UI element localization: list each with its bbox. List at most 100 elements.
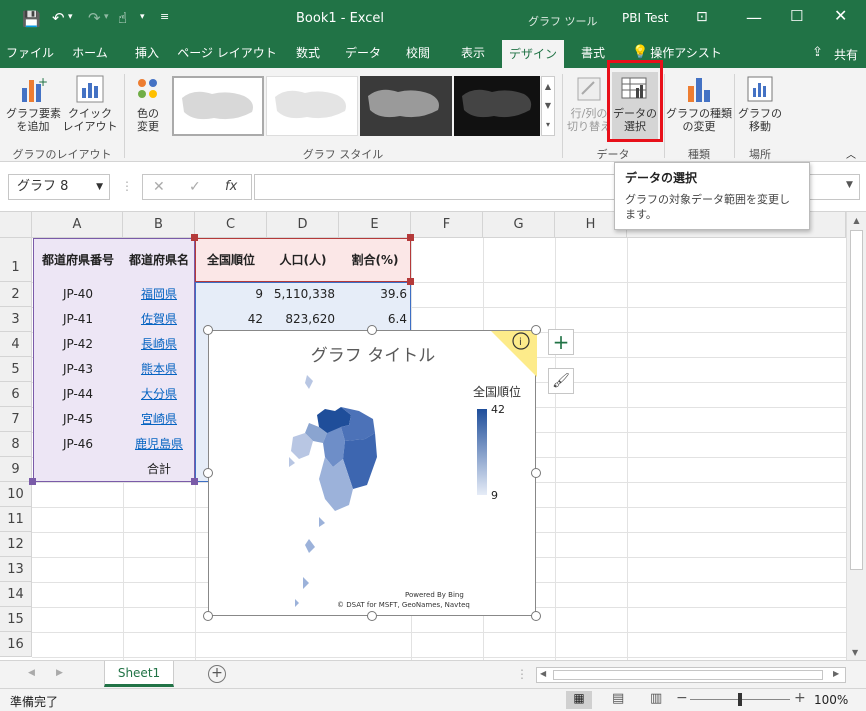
cell-pref-code[interactable]: JP-43 [33, 357, 123, 382]
horizontal-scrollbar[interactable]: ◀ ▶ [536, 667, 846, 683]
cell-pref-code[interactable]: JP-44 [33, 382, 123, 407]
scroll-thumb[interactable] [850, 230, 863, 570]
row-header[interactable]: 1 [0, 238, 32, 282]
chart-resize-handle[interactable] [367, 325, 377, 335]
sheet-tab-sheet1[interactable]: Sheet1 [104, 661, 174, 687]
cell-pref-name[interactable]: 大分県 [123, 382, 195, 407]
row-header[interactable]: 6 [0, 382, 32, 407]
cell-pref-name[interactable]: 長崎県 [123, 332, 195, 357]
touch-mode-icon[interactable]: ☝ [118, 9, 127, 27]
column-header-b[interactable]: B [123, 212, 195, 238]
cell-pref-name[interactable]: 鹿児島県 [123, 432, 195, 457]
zoom-in-icon[interactable]: + [794, 690, 806, 706]
chart-resize-handle[interactable] [203, 325, 213, 335]
chart-resize-handle[interactable] [367, 611, 377, 621]
cell-pref-name[interactable]: 宮崎県 [123, 407, 195, 432]
row-header[interactable]: 10 [0, 482, 32, 507]
tab-home[interactable]: ホーム [62, 38, 118, 68]
row-header[interactable]: 16 [0, 632, 32, 657]
header-pref-code[interactable]: 都道府県番号 [33, 238, 123, 282]
tab-file[interactable]: ファイル [0, 38, 60, 68]
hscroll-thumb[interactable] [553, 670, 823, 680]
row-header[interactable]: 13 [0, 557, 32, 582]
zoom-out-icon[interactable]: − [676, 690, 688, 706]
zoom-slider-thumb[interactable] [738, 693, 742, 706]
cell-pref-code[interactable]: JP-46 [33, 432, 123, 457]
zoom-level[interactable]: 100% [814, 693, 848, 707]
cell-population[interactable]: 5,110,338 [267, 282, 339, 307]
undo-dropdown-icon[interactable]: ▾ [68, 12, 73, 22]
column-header-g[interactable]: G [483, 212, 555, 238]
range-resize-handle[interactable] [29, 478, 36, 485]
gallery-up-icon[interactable]: ▲ [542, 77, 554, 96]
name-box-dropdown-icon[interactable]: ▼ [96, 175, 103, 199]
worksheet-grid[interactable]: A B C D E F G H 1 2 3 4 5 6 7 8 9 10 11 … [0, 212, 866, 660]
range-resize-handle[interactable] [407, 234, 414, 241]
change-chart-type-button[interactable]: グラフの種類 の変更 [666, 74, 732, 133]
tab-page-layout[interactable]: ページ レイアウト [176, 38, 278, 68]
tab-insert[interactable]: 挿入 [120, 38, 174, 68]
chart-elements-plus-icon[interactable]: + [548, 329, 574, 355]
row-header[interactable]: 11 [0, 507, 32, 532]
range-resize-handle[interactable] [407, 278, 414, 285]
row-header[interactable]: 15 [0, 607, 32, 632]
row-header[interactable]: 7 [0, 407, 32, 432]
header-pref-name[interactable]: 都道府県名 [123, 238, 195, 282]
chart-style-4[interactable] [454, 76, 540, 136]
cell-pref-code[interactable]: JP-40 [33, 282, 123, 307]
share-button[interactable]: 共有 [834, 46, 858, 63]
cell-ratio[interactable]: 39.6 [339, 282, 411, 307]
customize-qat-icon[interactable]: ≡ [160, 10, 169, 23]
gallery-scroll[interactable]: ▲ ▼ ▾ [541, 76, 555, 136]
cancel-icon[interactable]: ✕ [153, 179, 165, 195]
sheet-next-icon[interactable]: ▶ [56, 668, 63, 678]
sheet-prev-icon[interactable]: ◀ [28, 668, 35, 678]
column-header-d[interactable]: D [267, 212, 339, 238]
move-chart-button[interactable]: グラフの 移動 [738, 74, 782, 133]
select-all-corner[interactable] [0, 212, 32, 238]
cell-population[interactable]: 823,620 [267, 307, 339, 332]
gallery-more-icon[interactable]: ▾ [542, 115, 554, 134]
chart-styles-brush-icon[interactable]: 🖌 [548, 368, 574, 394]
total-label[interactable]: 合計 [123, 457, 195, 482]
switch-row-column-button[interactable]: 行/列の 切り替え [566, 74, 612, 133]
cell-pref-name[interactable]: 佐賀県 [123, 307, 195, 332]
tab-review[interactable]: 校閲 [392, 38, 444, 68]
cell-rank[interactable]: 9 [195, 282, 267, 307]
chart-resize-handle[interactable] [203, 611, 213, 621]
map-chart[interactable]: グラフ タイトル i 全国順位 42 9 Powered By Bing © D… [208, 330, 537, 616]
chart-style-3[interactable] [360, 76, 452, 136]
cell-pref-code[interactable]: JP-41 [33, 307, 123, 332]
cell-pref-name[interactable]: 熊本県 [123, 357, 195, 382]
scroll-up-icon[interactable]: ▲ [847, 216, 866, 225]
row-header[interactable]: 5 [0, 357, 32, 382]
chart-resize-handle[interactable] [531, 468, 541, 478]
tab-formulas[interactable]: 数式 [282, 38, 334, 68]
cell-pref-code[interactable]: JP-45 [33, 407, 123, 432]
row-header[interactable]: 4 [0, 332, 32, 357]
redo-icon[interactable]: ↷ [88, 9, 101, 27]
column-header-a[interactable]: A [32, 212, 123, 238]
column-header-f[interactable]: F [411, 212, 483, 238]
row-header[interactable]: 8 [0, 432, 32, 457]
tab-split-icon[interactable]: ⋮ [516, 667, 528, 681]
chart-title[interactable]: グラフ タイトル [209, 341, 537, 366]
row-header[interactable]: 12 [0, 532, 32, 557]
header-ratio[interactable]: 割合(%) [339, 238, 411, 282]
row-header[interactable]: 9 [0, 457, 32, 482]
page-break-view-icon[interactable]: ▥ [650, 691, 662, 706]
column-header-e[interactable]: E [339, 212, 411, 238]
expand-formula-icon[interactable]: ▼ [846, 180, 853, 190]
info-corner[interactable]: i [491, 331, 537, 377]
minimize-icon[interactable]: — [746, 8, 762, 27]
account-name[interactable]: PBI Test [622, 11, 668, 25]
tab-data[interactable]: データ [336, 38, 390, 68]
chart-style-1[interactable] [172, 76, 264, 136]
chart-style-2[interactable] [266, 76, 358, 136]
row-header[interactable]: 3 [0, 307, 32, 332]
header-population[interactable]: 人口(人) [267, 238, 339, 282]
add-chart-element-button[interactable]: + グラフ要素 を追加 [6, 74, 61, 133]
page-layout-view-icon[interactable]: ▤ [612, 691, 624, 706]
header-rank[interactable]: 全国順位 [195, 238, 267, 282]
insert-function-button[interactable]: fx [225, 179, 237, 194]
